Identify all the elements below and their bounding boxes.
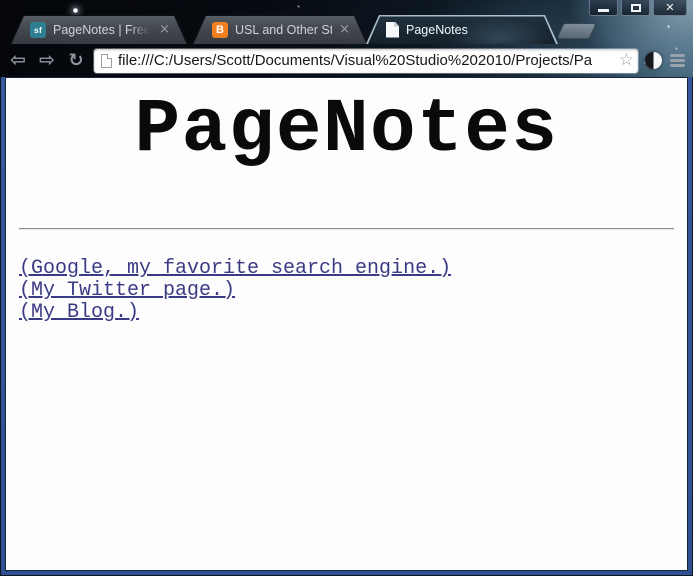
browser-window: ✕ sf PageNotes | Free softwa × B USL and… [0,0,693,576]
maximize-icon [630,3,641,12]
sourceforge-favicon-icon: sf [30,21,46,38]
back-button[interactable]: ⇦ [7,51,29,70]
window-frame: PageNotes (Google, my favorite search en… [0,77,693,576]
tab-title: PageNotes [406,22,468,37]
page-content: PageNotes (Google, my favorite search en… [5,77,688,571]
contrast-moon-icon[interactable] [645,52,662,69]
link-blog[interactable]: (My Blog.) [19,301,139,324]
tab-title: USL and Other Stuff [235,22,333,37]
close-button[interactable]: ✕ [653,0,687,16]
link-google[interactable]: (Google, my favorite search engine.) [19,257,451,280]
menu-icon[interactable] [669,54,686,67]
minimize-button[interactable] [589,0,618,16]
document-favicon-icon [386,21,399,38]
url-text[interactable]: file:///C:/Users/Scott/Documents/Visual%… [118,52,613,69]
blogger-favicon-icon: B [212,21,228,38]
link-line: (My Twitter page.) [19,280,688,302]
close-icon: ✕ [665,1,675,14]
link-list: (Google, my favorite search engine.) (My… [19,258,688,324]
link-line: (My Blog.) [19,302,688,324]
new-tab-button[interactable] [556,23,597,39]
tab-pagenotes-sourceforge[interactable]: sf PageNotes | Free softwa × [10,15,188,44]
maximize-button[interactable] [621,0,650,16]
bookmark-star-icon[interactable]: ☆ [619,52,634,69]
forward-button[interactable]: ⇨ [36,51,58,70]
page-title: PageNotes [134,87,559,173]
address-bar[interactable]: file:///C:/Users/Scott/Documents/Visual%… [94,48,638,73]
reload-button[interactable]: ↻ [65,51,87,70]
divider [19,228,674,231]
minimize-icon [598,8,609,12]
browser-chrome: ✕ sf PageNotes | Free softwa × B USL and… [0,0,693,77]
link-twitter[interactable]: (My Twitter page.) [19,279,235,302]
tab-usl-and-other-stuff[interactable]: B USL and Other Stuff × [192,15,368,44]
tab-title: PageNotes | Free softwa [53,22,152,37]
navigation-toolbar: ⇦ ⇨ ↻ file:///C:/Users/Scott/Documents/V… [0,44,693,77]
window-controls: ✕ [589,0,687,16]
link-line: (Google, my favorite search engine.) [19,258,688,280]
tab-pagenotes-active[interactable]: PageNotes [366,15,558,44]
tab-close-icon[interactable]: × [339,23,350,36]
page-icon [101,53,112,68]
tab-close-icon[interactable]: × [159,23,170,36]
